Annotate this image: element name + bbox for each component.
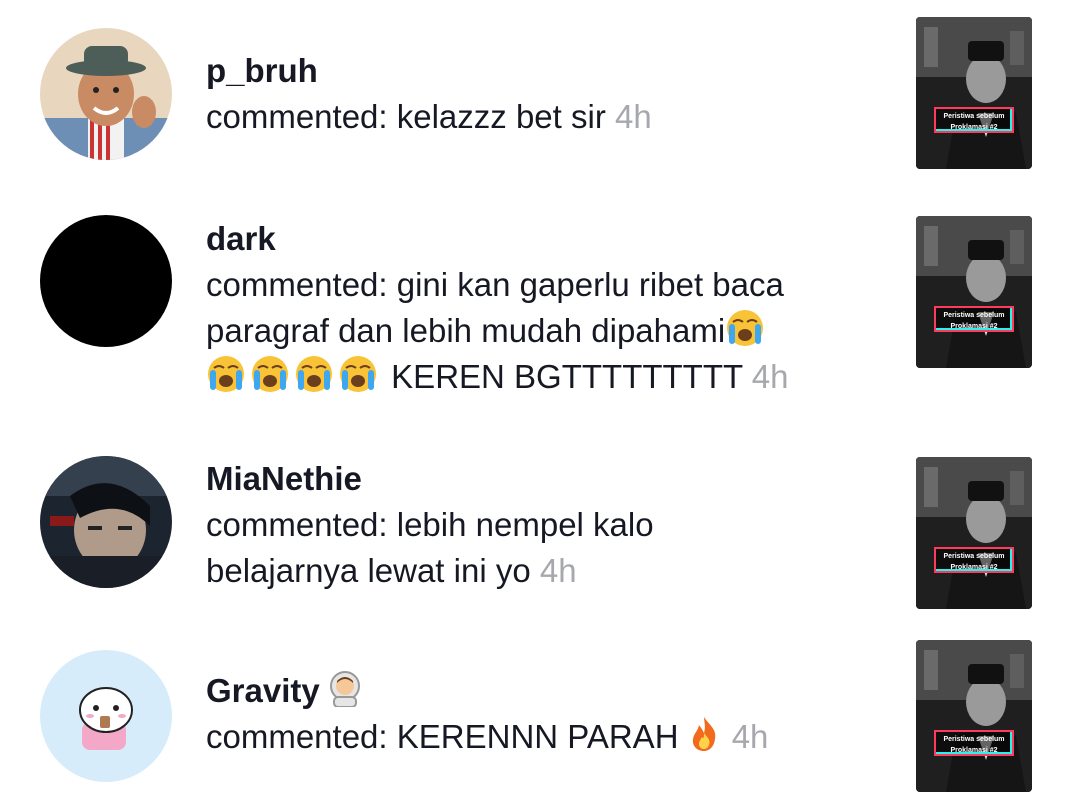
video-thumbnail[interactable]: Peristiwa sebelum Proklamasi #2 (916, 17, 1032, 169)
video-caption: Peristiwa sebelum Proklamasi #2 (934, 547, 1014, 573)
timestamp: 4h (615, 98, 652, 135)
video-caption: Peristiwa sebelum Proklamasi #2 (934, 730, 1014, 756)
comment-text: commented: gini kan gaperlu ribet baca p… (206, 266, 789, 395)
comment-text: commented: KERENNN PARAH 4h (206, 714, 886, 760)
avatar[interactable] (40, 456, 172, 588)
username[interactable]: MiaNethie (206, 456, 886, 502)
loudly-crying-emoji (206, 354, 246, 394)
loudly-crying-emoji (338, 354, 378, 394)
timestamp: 4h (539, 552, 577, 589)
timestamp: 4h (751, 358, 789, 395)
comment-text: commented: kelazzz bet sir 4h (206, 98, 652, 135)
avatar[interactable] (40, 28, 172, 160)
video-caption: Peristiwa sebelum Proklamasi #2 (934, 107, 1014, 133)
username[interactable]: dark (206, 216, 886, 262)
loudly-crying-emoji (294, 354, 334, 394)
avatar[interactable] (40, 650, 172, 782)
astronaut-emoji (326, 669, 364, 707)
video-thumbnail[interactable]: Peristiwa sebelum Proklamasi #2 (916, 640, 1032, 792)
username[interactable]: Gravity (206, 668, 886, 714)
username[interactable]: p_bruh (206, 48, 886, 94)
loudly-crying-emoji (250, 354, 290, 394)
timestamp: 4h (731, 718, 769, 755)
video-caption: Peristiwa sebelum Proklamasi #2 (934, 306, 1014, 332)
comment-text: commented: lebih nempel kalo belajarnya … (206, 506, 654, 589)
avatar[interactable] (40, 215, 172, 347)
video-thumbnail[interactable]: Peristiwa sebelum Proklamasi #2 (916, 216, 1032, 368)
video-thumbnail[interactable]: Peristiwa sebelum Proklamasi #2 (916, 457, 1032, 609)
fire-emoji (685, 715, 723, 753)
loudly-crying-emoji (725, 308, 765, 348)
